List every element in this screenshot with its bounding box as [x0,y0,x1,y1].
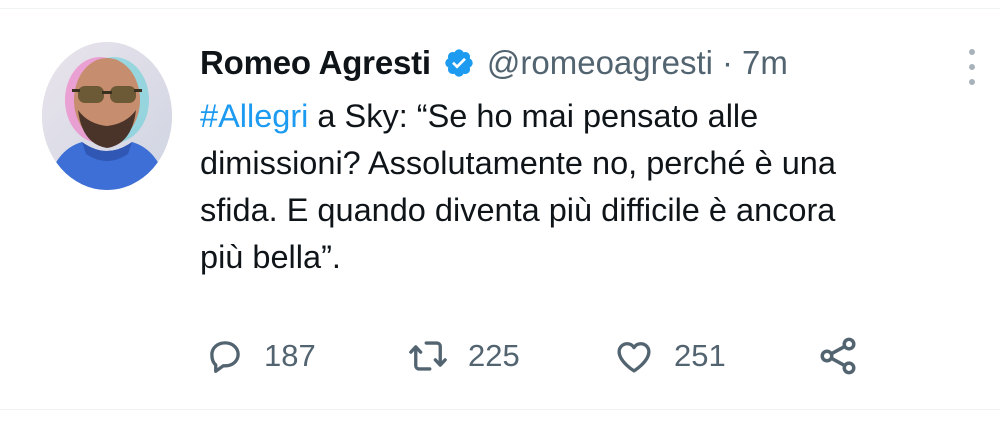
author-handle[interactable]: @romeoagresti [487,44,713,82]
bottom-divider [0,409,1000,410]
tweet-text-line-2: dimissioni? Assolutamente no, perché è u… [200,145,836,181]
heart-icon [612,335,656,377]
tweet-timestamp[interactable]: 7m [742,44,788,82]
retweet-button[interactable]: 225 [406,331,520,381]
retweet-count: 225 [468,338,520,373]
header-separator: · [721,44,733,81]
tweet-text: #Allegri a Sky: “Se ho mai pensato alle … [200,93,990,281]
vertical-dots-icon[interactable] [958,49,986,85]
like-button[interactable]: 251 [612,331,726,381]
tweet-actions: 187 225 251 [200,331,900,381]
tweet-card[interactable]: Romeo Agresti @romeoagresti · 7m #Allegr… [0,9,1000,409]
speech-bubble-icon [204,335,246,377]
tweet-text-line-3: sfida. E quando diventa più difficile è … [200,192,836,228]
tweet-text-line-1-rest: a Sky: “Se ho mai pensato alle [308,98,759,134]
avatar[interactable] [42,42,172,190]
share-icon [816,334,860,378]
retweet-arrows-icon [406,335,450,377]
tweet-text-line-4: più bella”. [200,239,341,275]
reply-count: 187 [264,338,316,373]
tweet-header: Romeo Agresti @romeoagresti · 7m [200,40,788,86]
author-display-name[interactable]: Romeo Agresti [200,44,431,82]
like-count: 251 [674,338,726,373]
share-button[interactable] [816,331,860,381]
reply-button[interactable]: 187 [204,331,316,381]
hashtag-link[interactable]: #Allegri [200,98,308,134]
verified-badge-icon [443,47,475,79]
tweet-text-line-1: #Allegri a Sky: “Se ho mai pensato alle [200,93,990,140]
